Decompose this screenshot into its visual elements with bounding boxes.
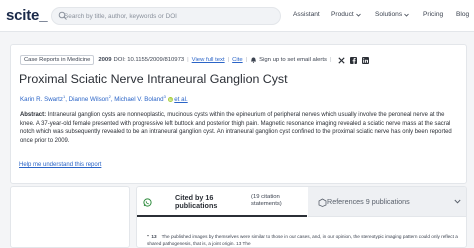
snippet-number: 13 [151,234,157,239]
side-panel [10,186,130,248]
nav-pricing-label: Pricing [423,11,444,18]
author-affiliation: 3 [163,94,166,99]
help-understand-link[interactable]: Help me understand this report [19,162,101,168]
author-link[interactable]: Dianne Wilson2 [68,94,111,104]
email-alert-label: Sign up to set email alerts [259,57,327,63]
chevron-down-icon [454,199,461,204]
author-name: Michael V. Boland [114,96,164,104]
facebook-icon[interactable] [350,56,358,64]
citation-statements-count: (19 citation statements) [251,194,282,208]
nav-assistant[interactable]: Assistant [293,11,320,18]
nav-product[interactable]: Product [331,11,361,18]
search-bar[interactable] [51,7,281,25]
search-icon [58,11,67,20]
publication-year: 2009 [98,57,112,63]
doi[interactable]: DOI: 10.1155/2009/810973 [113,57,184,63]
linkedin-icon[interactable] [362,56,370,64]
citation-snippet: “13 The published images by themselves we… [147,233,463,247]
chevron-down-icon [355,13,361,17]
abstract-text: Intraneural ganglion cysts are nonneopla… [20,112,452,145]
paper-meta-row: Case Reports in Medicine 2009 DOI: 10.11… [20,55,370,65]
tab-cited-by[interactable]: Cited by 16 publications (19 citation st… [137,187,307,217]
nav-solutions-label: Solutions [375,11,403,18]
author-link[interactable]: Michael V. Boland3 [114,94,166,104]
twitter-icon[interactable] [338,56,346,64]
abstract-label: Abstract: [20,112,47,118]
quote-icon: “ [147,234,150,239]
cited-by-count: Cited by 16 publications [175,193,218,210]
email-alert-button[interactable]: Sign up to set email alerts [250,57,327,63]
tab-references[interactable]: References 9 publications [308,187,466,217]
author-name: Karin R. Swartz [20,96,63,104]
nav-solutions[interactable]: Solutions [375,11,409,18]
author-affiliation: 2 [108,94,111,99]
divider: | [187,57,189,63]
nav-pricing[interactable]: Pricing [423,11,443,18]
view-full-text-link[interactable]: View full text [192,57,225,63]
divider: | [329,57,332,63]
author-list: Karin R. Swartz1, Dianne Wilson2, Michae… [20,94,188,104]
chevron-down-icon [404,13,409,17]
nav-assistant-label: Assistant [293,11,320,18]
divider: | [245,57,248,63]
top-nav: scite_ Assistant Product Solutions Prici… [0,0,474,32]
author-link[interactable]: Karin R. Swartz1 [20,94,66,104]
cited-by-icon [143,198,152,207]
citations-panel: Cited by 16 publications (19 citation st… [136,186,467,248]
snippet-text: The published images by themselves were … [147,234,458,247]
orcid-icon [167,96,173,102]
cite-link[interactable]: Cite [232,57,242,63]
paper-title: Proximal Sciatic Nerve Intraneural Gangl… [19,72,288,86]
references-icon [318,198,327,207]
nav-blog[interactable]: Blog [456,11,469,18]
et-al-link[interactable]: et al. [174,96,187,103]
author-affiliation: 1 [62,94,66,99]
search-input[interactable] [52,8,280,24]
author-name: Dianne Wilson [68,96,109,104]
references-count: References 9 publications [327,197,410,206]
nav-blog-label: Blog [456,11,470,18]
abstract: Abstract: Intraneural ganglion cysts are… [20,111,460,146]
divider: | [227,57,230,63]
scite-logo[interactable]: scite_ [6,7,48,24]
nav-product-label: Product [331,11,354,18]
article-type-badge: Case Reports in Medicine [20,55,95,65]
social-links [338,56,370,64]
email-icon [251,57,257,63]
